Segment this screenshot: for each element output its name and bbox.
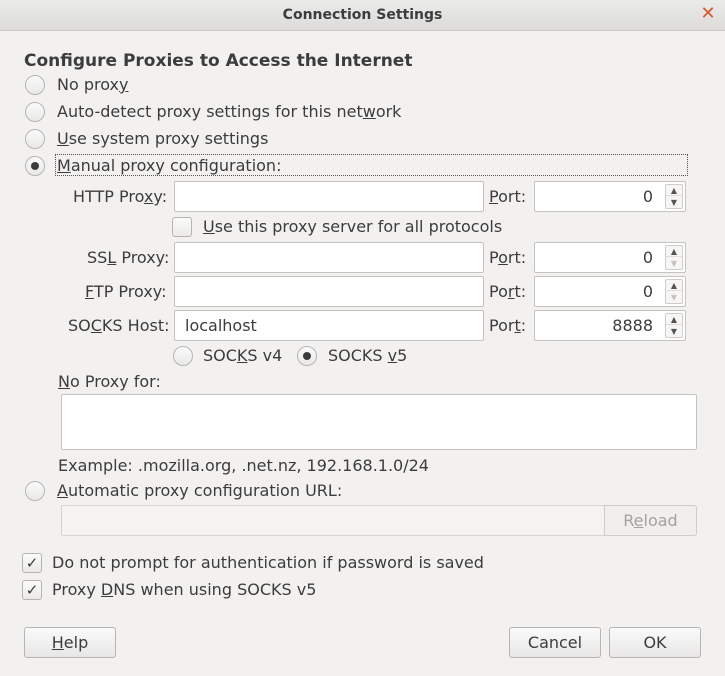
ssl-proxy-input[interactable] [174, 242, 484, 273]
ftp-proxy-input[interactable] [174, 276, 484, 307]
http-port-spinner[interactable]: 0 ▲ ▼ [534, 181, 686, 212]
proxy-dns-label[interactable]: Proxy DNS when using SOCKS v5 [52, 580, 316, 599]
no-proxy-for-label: No Proxy for: [58, 372, 161, 391]
http-proxy-label: HTTP Proxy: [73, 187, 168, 206]
spin-down-icon[interactable]: ▼ [666, 326, 682, 337]
no-proxy-for-textarea[interactable] [61, 394, 697, 450]
socks-port-value: 8888 [612, 316, 653, 335]
no-proxy-label[interactable]: No proxy [57, 75, 128, 94]
close-icon[interactable]: ✕ [698, 4, 718, 24]
ssl-proxy-label: SSL Proxy: [87, 248, 170, 267]
socks-host-label: SOCKS Host: [68, 316, 170, 335]
http-port-stepper[interactable]: ▲ ▼ [665, 184, 683, 209]
spin-up-icon[interactable]: ▲ [666, 280, 682, 291]
title-bar: Connection Settings ✕ [0, 0, 725, 31]
socks-v5-radio[interactable] [297, 346, 317, 366]
ssl-port-value: 0 [642, 248, 653, 267]
auto-config-radio[interactable] [25, 481, 45, 501]
spin-up-icon[interactable]: ▲ [666, 314, 682, 325]
http-port-value: 0 [642, 187, 653, 206]
manual-proxy-radio[interactable] [25, 156, 45, 176]
no-prompt-auth-label[interactable]: Do not prompt for authentication if pass… [52, 553, 484, 572]
no-proxy-radio[interactable] [25, 75, 45, 95]
use-for-all-label[interactable]: Use this proxy server for all protocols [203, 217, 502, 236]
http-proxy-input[interactable] [174, 181, 484, 212]
auto-detect-radio[interactable] [25, 102, 45, 122]
manual-proxy-label[interactable]: Manual proxy configuration: [57, 156, 281, 175]
use-for-all-checkbox[interactable] [172, 217, 192, 237]
auto-config-url-input[interactable] [61, 505, 606, 536]
ftp-port-label: Port: [489, 282, 527, 301]
spin-up-icon[interactable]: ▲ [666, 185, 682, 196]
section-heading: Configure Proxies to Access the Internet [24, 51, 413, 71]
http-port-label: Port: [489, 187, 527, 206]
auto-detect-label[interactable]: Auto-detect proxy settings for this netw… [57, 102, 401, 121]
socks-v4-radio[interactable] [173, 346, 193, 366]
spin-up-icon[interactable]: ▲ [666, 246, 682, 257]
spin-down-icon[interactable]: ▼ [666, 292, 682, 303]
spin-down-icon[interactable]: ▼ [666, 258, 682, 269]
socks-port-stepper[interactable]: ▲ ▼ [665, 313, 683, 338]
auto-config-label[interactable]: Automatic proxy configuration URL: [57, 481, 342, 500]
socks-v5-label[interactable]: SOCKS v5 [328, 346, 407, 365]
help-button[interactable]: Help [24, 627, 116, 658]
ftp-port-value: 0 [642, 282, 653, 301]
socks-port-spinner[interactable]: 8888 ▲ ▼ [534, 310, 686, 341]
ftp-port-spinner[interactable]: 0 ▲ ▼ [534, 276, 686, 307]
socks-host-input[interactable]: localhost [174, 310, 484, 341]
ok-button[interactable]: OK [609, 627, 701, 658]
ssl-port-spinner[interactable]: 0 ▲ ▼ [534, 242, 686, 273]
window-title: Connection Settings [282, 7, 443, 23]
no-proxy-example: Example: .mozilla.org, .net.nz, 192.168.… [58, 456, 429, 475]
system-proxy-radio[interactable] [25, 129, 45, 149]
no-prompt-auth-checkbox[interactable]: ✓ [22, 553, 42, 573]
socks-port-label: Port: [489, 316, 527, 335]
cancel-button[interactable]: Cancel [509, 627, 601, 658]
ftp-proxy-label: FTP Proxy: [85, 282, 167, 301]
reload-button[interactable]: Reload [604, 505, 697, 536]
system-proxy-label[interactable]: Use system proxy settings [57, 129, 268, 148]
socks-v4-label[interactable]: SOCKS v4 [203, 346, 282, 365]
ssl-port-stepper[interactable]: ▲ ▼ [665, 245, 683, 270]
spin-down-icon[interactable]: ▼ [666, 197, 682, 208]
ssl-port-label: Port: [489, 248, 527, 267]
ftp-port-stepper[interactable]: ▲ ▼ [665, 279, 683, 304]
proxy-dns-checkbox[interactable]: ✓ [22, 580, 42, 600]
